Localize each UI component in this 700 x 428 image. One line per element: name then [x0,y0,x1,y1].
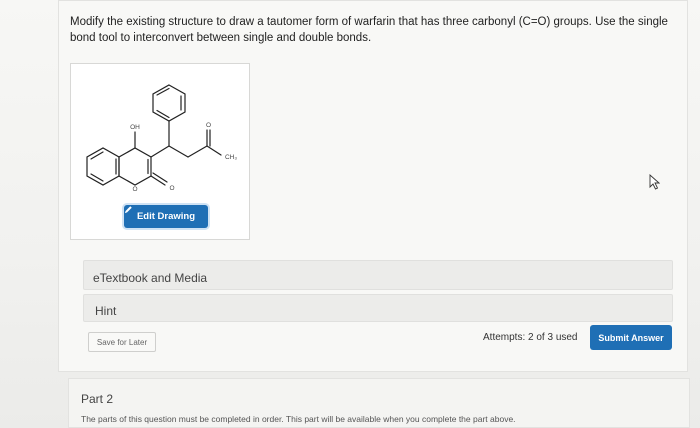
save-for-later-button[interactable]: Save for Later [88,332,156,352]
bond-side-chain [168,145,189,158]
lactone-carbonyl-bond [150,175,166,186]
bond-to-methyl [206,145,222,156]
lactone-oxygen-label: O [169,185,174,192]
lactone-carbonyl-double-bond [152,172,168,183]
submit-answer-button[interactable]: Submit Answer [590,325,672,350]
edit-drawing-label: Edit Drawing [136,211,196,222]
ketone-oxygen-label: O [206,122,211,129]
etextbook-media-label: eTextbook and Media [93,271,208,285]
mouse-pointer-icon [649,174,660,190]
bond-ch-c3 [150,145,170,158]
benzo-ring [86,147,120,186]
ring-oxygen-label: O [132,186,137,193]
pyranone-ring [118,147,152,186]
part2-title: Part 2 [81,392,114,406]
part2-message: The parts of this question must be compl… [81,414,516,424]
drawing-canvas[interactable]: OH O CH₃ O O Edit Drawing [70,63,250,240]
etextbook-media-panel[interactable]: eTextbook and Media [83,260,673,290]
hydroxyl-label: OH [130,124,140,131]
hint-panel[interactable]: Hint [83,294,673,322]
edit-drawing-button[interactable]: Edit Drawing [124,205,208,228]
phenyl-double-bond [156,87,170,96]
question-text: Modify the existing structure to draw a … [70,16,668,44]
bond-side-chain [187,145,208,158]
hint-label: Hint [95,304,117,318]
methyl-label: CH₃ [225,154,237,161]
phenyl-double-bond [156,109,170,119]
phenyl-ring [152,84,186,122]
attempts-counter: Attempts: 2 of 3 used [483,332,578,343]
pencil-icon [124,206,132,214]
